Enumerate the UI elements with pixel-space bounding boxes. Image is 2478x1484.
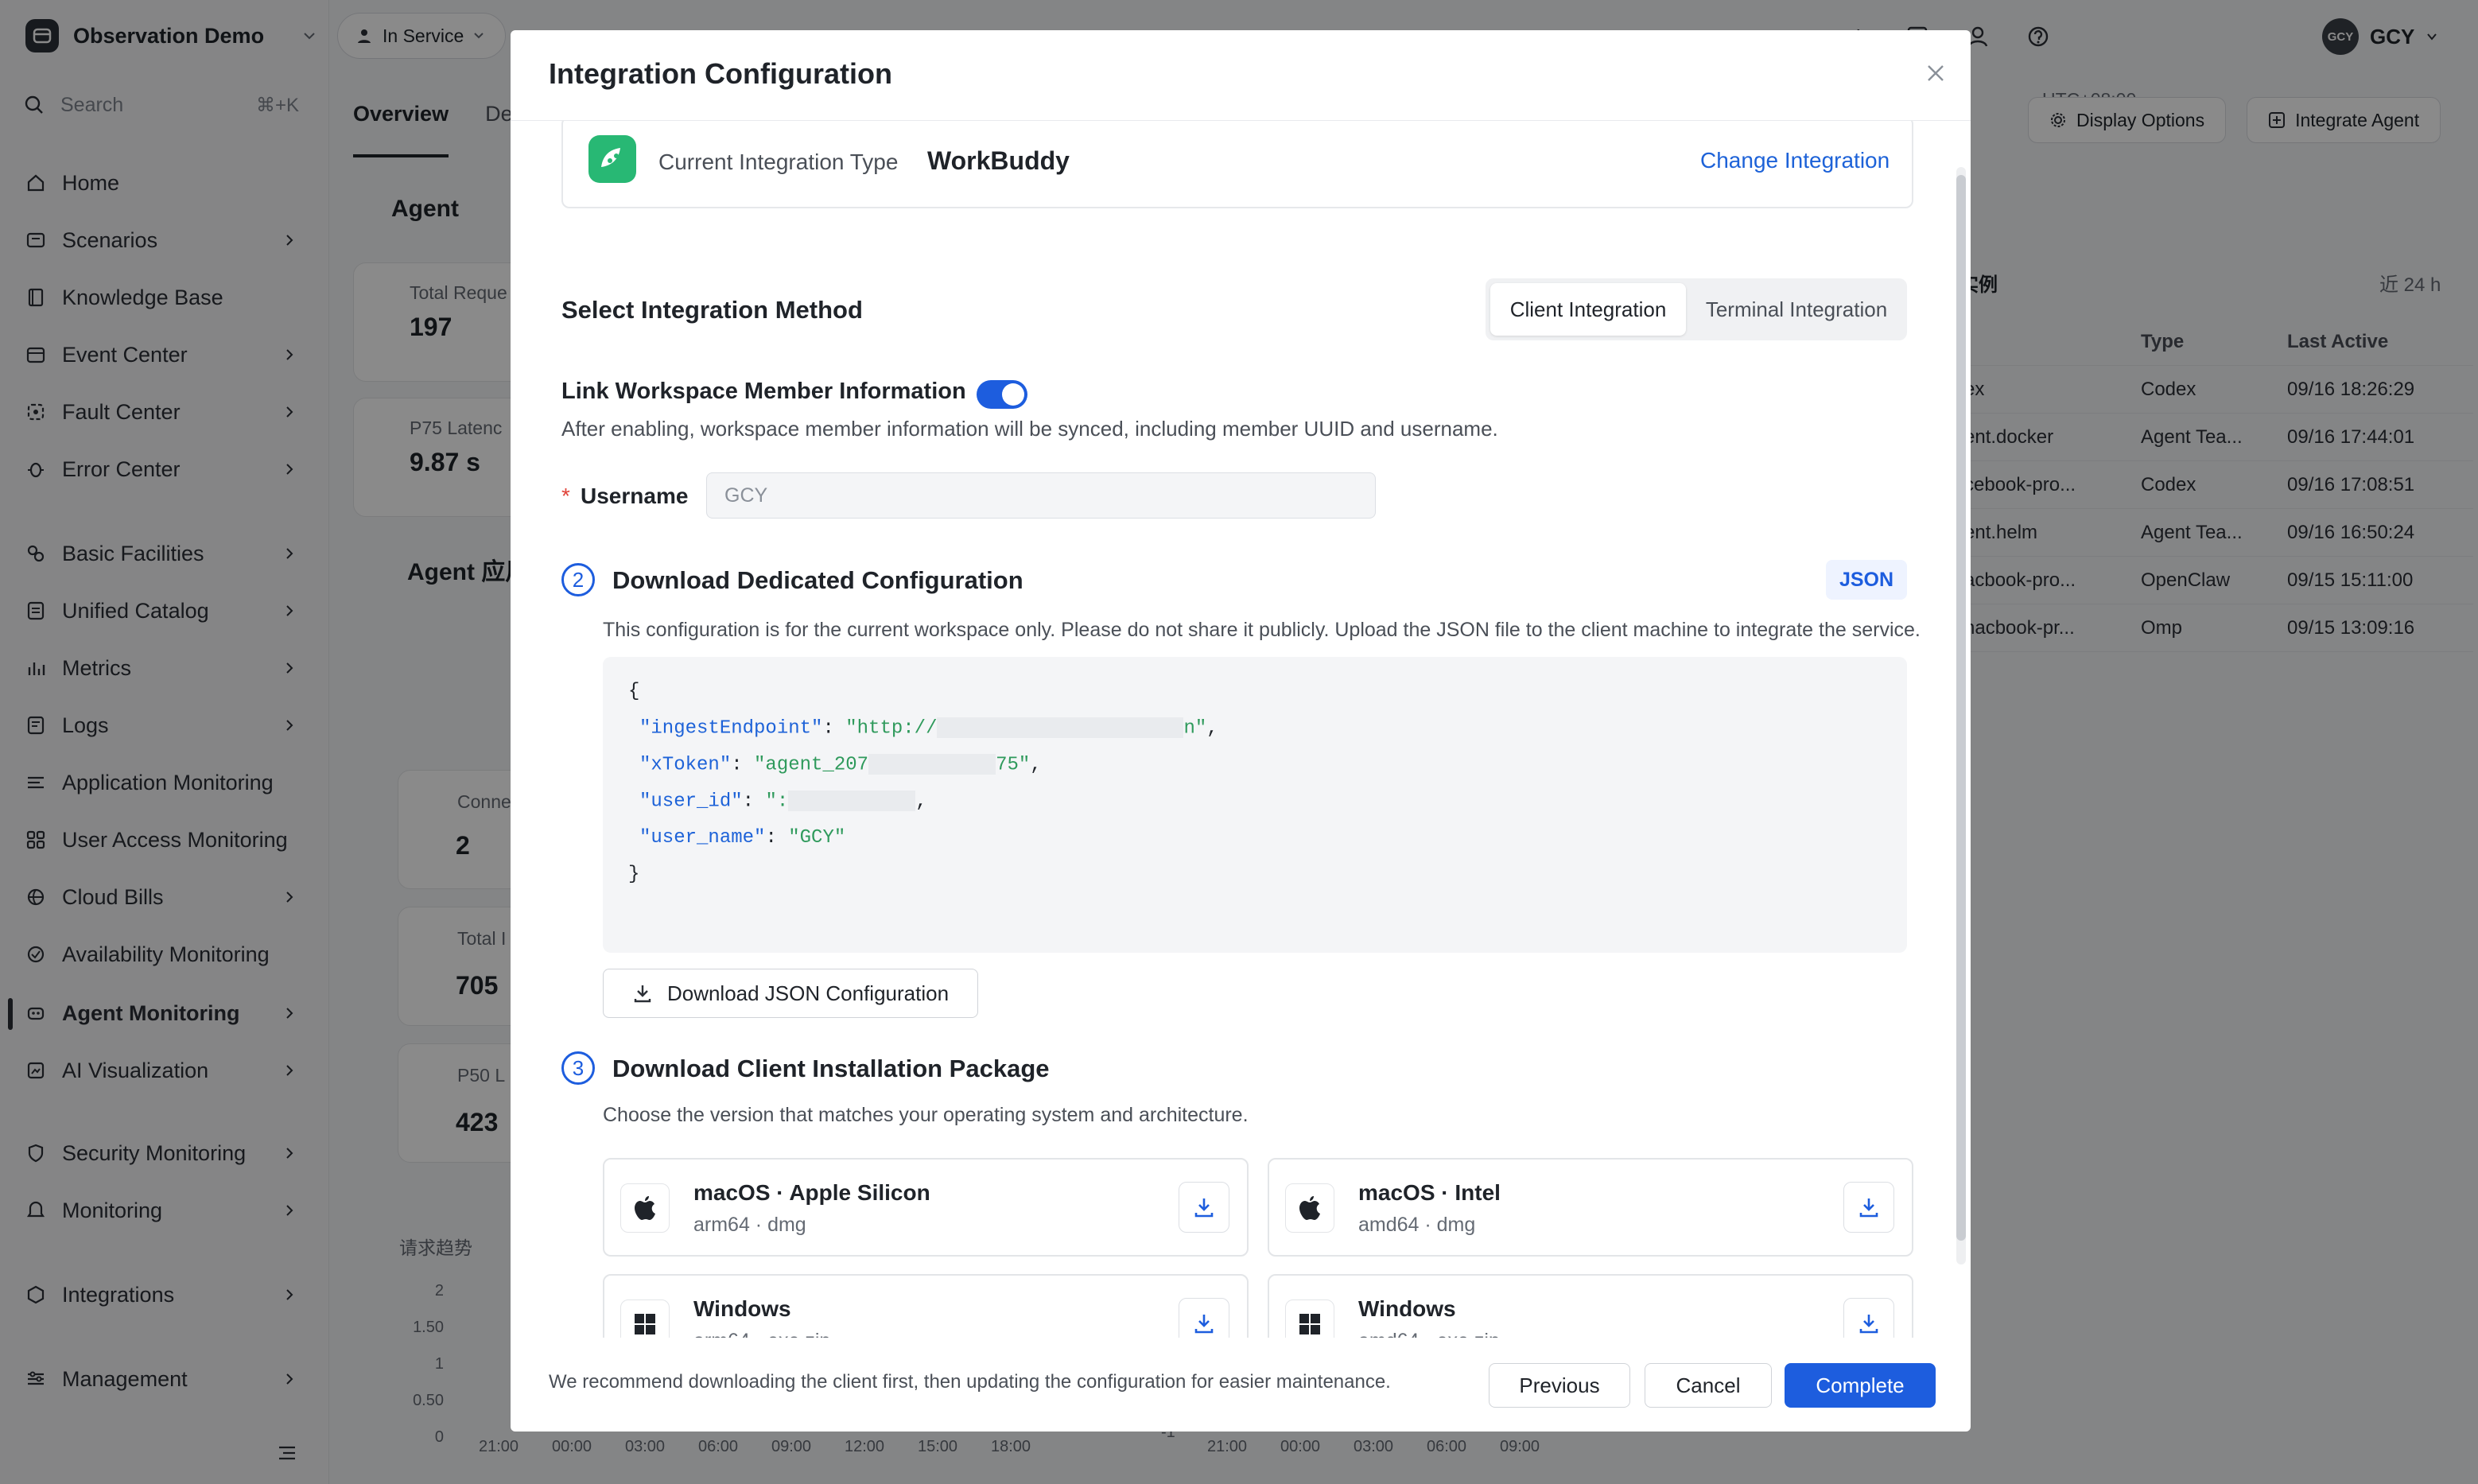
- redacted-mask: [788, 791, 916, 811]
- package-name: macOS · Intel: [1358, 1180, 1501, 1205]
- download-icon: [1859, 1315, 1878, 1334]
- package-arch: arm64 · exe.zip: [693, 1330, 830, 1338]
- required-asterisk: *: [561, 484, 570, 508]
- tab-client-integration[interactable]: Client Integration: [1490, 283, 1686, 336]
- link-member-desc: After enabling, workspace member informa…: [561, 417, 1498, 441]
- download-icon: [1194, 1198, 1214, 1218]
- json-key: "user_id": [639, 791, 743, 813]
- username-field[interactable]: [706, 472, 1376, 519]
- redacted-mask: [937, 717, 1184, 738]
- json-value: ":: [765, 791, 789, 813]
- code-line: "user_id": ":,: [639, 791, 927, 813]
- integration-method-switch: Client Integration Terminal Integration: [1486, 278, 1907, 340]
- step-3-indicator: 3: [561, 1051, 595, 1085]
- step-2-desc: This configuration is for the current wo…: [603, 619, 1921, 641]
- tab-terminal-integration[interactable]: Terminal Integration: [1691, 283, 1902, 336]
- json-badge: JSON: [1826, 560, 1907, 600]
- modal-title: Integration Configuration: [549, 57, 892, 90]
- current-integration-card: Current Integration Type WorkBuddy Chang…: [561, 121, 1913, 208]
- current-type-value: WorkBuddy: [927, 146, 1070, 175]
- code-line: }: [628, 864, 640, 885]
- step-2-indicator: 2: [561, 563, 595, 596]
- modal-scrollbar-thumb[interactable]: [1956, 175, 1966, 1241]
- cancel-button[interactable]: Cancel: [1645, 1363, 1772, 1408]
- json-key: "user_name": [639, 827, 766, 849]
- code-line: {: [628, 681, 640, 702]
- current-type-label: Current Integration Type: [658, 150, 899, 174]
- modal-footer: We recommend downloading the client firs…: [511, 1338, 1971, 1432]
- json-value: "agent_207: [754, 754, 869, 776]
- integration-config-modal: Integration Configuration Current Integr…: [511, 30, 1971, 1432]
- previous-button[interactable]: Previous: [1489, 1363, 1630, 1408]
- json-config-preview: { "ingestEndpoint": "http://n", "xToken"…: [603, 657, 1907, 953]
- package-name: macOS · Apple Silicon: [693, 1180, 930, 1205]
- package-name: Windows: [693, 1296, 791, 1321]
- json-value: "http://: [845, 717, 938, 740]
- package-arch: amd64 · dmg: [1358, 1214, 1476, 1236]
- package-name: Windows: [1358, 1296, 1456, 1321]
- complete-button[interactable]: Complete: [1785, 1363, 1936, 1408]
- json-key: "ingestEndpoint": [639, 717, 823, 740]
- package-card-macos-apple-silicon[interactable]: macOS · Apple Silicon arm64 · dmg: [603, 1158, 1249, 1257]
- code-line: "ingestEndpoint": "http://n",: [639, 717, 1218, 740]
- download-json-label: Download JSON Configuration: [666, 981, 950, 1005]
- json-key: "xToken": [639, 754, 732, 776]
- windows-icon: [620, 1299, 670, 1338]
- package-arch: arm64 · dmg: [693, 1214, 806, 1236]
- package-card-macos-intel[interactable]: macOS · Intel amd64 · dmg: [1268, 1158, 1913, 1257]
- download-button[interactable]: [1179, 1182, 1229, 1233]
- step-2-title: Download Dedicated Configuration: [612, 566, 1023, 594]
- apple-icon: [1285, 1183, 1334, 1233]
- link-member-title: Link Workspace Member Information: [561, 379, 966, 404]
- json-value: "GCY": [788, 827, 846, 849]
- download-button[interactable]: [1843, 1182, 1894, 1233]
- redacted-mask: [868, 754, 996, 775]
- step-3-desc: Choose the version that matches your ope…: [603, 1104, 1249, 1126]
- change-integration-link[interactable]: Change Integration: [1700, 148, 1890, 173]
- step-3-title: Download Client Installation Package: [612, 1055, 1050, 1082]
- download-button[interactable]: [1843, 1298, 1894, 1338]
- download-icon: [1859, 1198, 1878, 1218]
- json-value: 75": [996, 754, 1031, 776]
- package-arch: amd64 · exe.zip: [1358, 1330, 1500, 1338]
- link-member-toggle[interactable]: [977, 380, 1027, 409]
- modal-body: Current Integration Type WorkBuddy Chang…: [511, 121, 1971, 1338]
- windows-icon: [1285, 1299, 1334, 1338]
- close-button[interactable]: [1917, 54, 1955, 92]
- username-label: Username: [581, 484, 689, 508]
- code-line: "xToken": "agent_207 75",: [639, 754, 1042, 776]
- modal-header: Integration Configuration: [511, 30, 1971, 121]
- footer-note: We recommend downloading the client firs…: [549, 1371, 1391, 1393]
- download-json-button[interactable]: Download JSON Configuration: [603, 969, 978, 1018]
- close-icon: [1928, 65, 1944, 81]
- workbuddy-logo-icon: [588, 135, 636, 183]
- json-value: n": [1183, 717, 1207, 740]
- download-button[interactable]: [1179, 1298, 1229, 1338]
- package-card-windows-amd64[interactable]: Windows amd64 · exe.zip: [1268, 1274, 1913, 1338]
- apple-icon: [620, 1183, 670, 1233]
- integration-method-title: Select Integration Method: [561, 296, 863, 324]
- download-icon: [1194, 1315, 1214, 1334]
- package-card-windows-arm64[interactable]: Windows arm64 · exe.zip: [603, 1274, 1249, 1338]
- code-line: "user_name": "GCY": [639, 827, 846, 849]
- download-icon: [634, 985, 651, 1003]
- toggle-knob: [1002, 383, 1024, 406]
